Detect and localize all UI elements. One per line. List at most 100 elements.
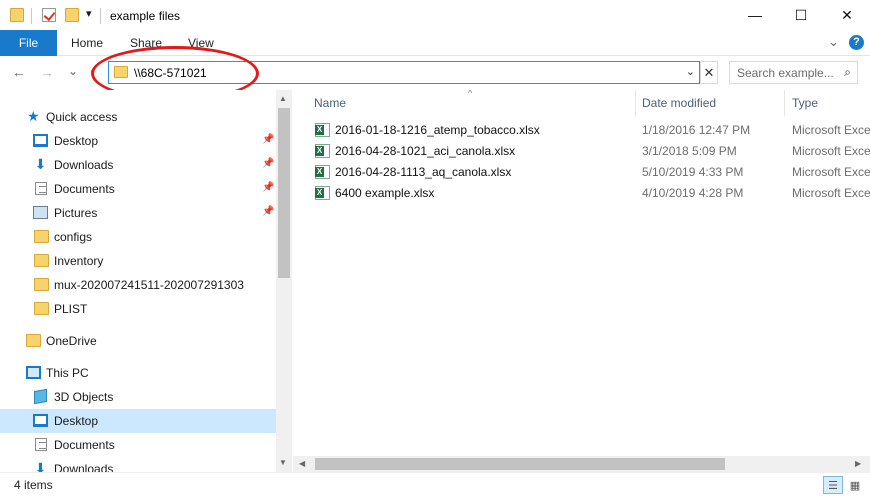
address-dropdown-button[interactable]: ⌄ xyxy=(686,65,695,78)
recent-locations-button[interactable]: ⌄ xyxy=(68,64,78,78)
file-row[interactable]: 2016-04-28-1021_aci_canola.xlsx 3/1/2018… xyxy=(313,141,870,162)
sidebar-item-3d-objects[interactable]: 3D Objects xyxy=(0,385,276,409)
column-divider[interactable] xyxy=(784,90,785,116)
forward-button[interactable]: → xyxy=(40,64,54,80)
scroll-up-icon[interactable]: ▲ xyxy=(279,94,287,103)
file-row[interactable]: 6400 example.xlsx 4/10/2019 4:28 PM Micr… xyxy=(313,183,870,204)
tab-view[interactable]: View xyxy=(188,36,214,50)
clear-address-button[interactable]: ✕ xyxy=(700,61,718,84)
sidebar-item-documents-pc[interactable]: Documents xyxy=(0,433,276,457)
title-bar: ▾ example files — ☐ ✕ xyxy=(0,0,870,32)
documents-icon xyxy=(35,182,47,195)
pictures-icon xyxy=(33,206,48,219)
sidebar-item-onedrive[interactable]: OneDrive xyxy=(0,329,276,353)
search-icon[interactable]: ⌕ xyxy=(844,65,851,80)
folder-icon xyxy=(34,254,49,267)
sidebar-item-quick-access[interactable]: ★ Quick access xyxy=(0,105,276,129)
file-type: Microsoft Excel xyxy=(792,123,870,137)
tab-home[interactable]: Home xyxy=(71,36,103,50)
sidebar-item-plist[interactable]: PLIST xyxy=(0,297,276,321)
sidebar-item-downloads-pc[interactable]: ⬇ Downloads xyxy=(0,457,276,472)
scrollbar-thumb[interactable] xyxy=(278,108,290,278)
sidebar-item-label: configs xyxy=(54,230,93,244)
file-list-pane: ^ Name Date modified Type 2016-01-18-121… xyxy=(293,90,870,456)
folder-icon xyxy=(10,8,24,22)
sidebar-item-documents[interactable]: Documents 📌 xyxy=(0,177,276,201)
sidebar-item-label: Downloads xyxy=(54,158,114,172)
pc-icon xyxy=(26,366,41,379)
address-row: ← → ⌄ ↑ \\68C-571021 ⌄ ✕ Search example.… xyxy=(0,56,870,90)
expand-ribbon-icon[interactable]: ⌄ xyxy=(828,34,839,50)
sidebar-item-label: This PC xyxy=(46,366,89,380)
close-button[interactable]: ✕ xyxy=(824,0,870,30)
file-name: 2016-01-18-1216_atemp_tobacco.xlsx xyxy=(335,123,540,137)
scrollbar-thumb[interactable] xyxy=(315,458,725,470)
sidebar-item-mux[interactable]: mux-202007241511-202007291303 xyxy=(0,273,276,297)
new-folder-icon[interactable] xyxy=(65,8,79,22)
column-header-name[interactable]: Name xyxy=(314,96,346,110)
sidebar-item-label: Documents xyxy=(54,438,115,452)
folder-icon xyxy=(26,334,41,347)
divider xyxy=(31,8,32,24)
pin-icon[interactable]: 📌 xyxy=(262,134,274,145)
file-date: 3/1/2018 5:09 PM xyxy=(642,144,737,158)
excel-file-icon xyxy=(315,144,330,158)
sidebar-item-desktop-pc[interactable]: Desktop xyxy=(0,409,276,433)
file-date: 5/10/2019 4:33 PM xyxy=(642,165,744,179)
maximize-button[interactable]: ☐ xyxy=(778,0,824,30)
file-list-horizontal-scrollbar[interactable]: ◀ ▶ xyxy=(293,456,870,472)
large-icons-view-button[interactable]: ▦ xyxy=(845,476,865,494)
sidebar-item-desktop[interactable]: Desktop 📌 xyxy=(0,129,276,153)
divider xyxy=(100,8,101,24)
address-bar[interactable]: \\68C-571021 ⌄ xyxy=(108,61,700,84)
navigation-pane: ★ Quick access Desktop 📌 ⬇ Downloads 📌 D… xyxy=(0,90,292,472)
address-path[interactable]: \\68C-571021 xyxy=(134,66,207,80)
download-icon: ⬇ xyxy=(34,460,47,472)
folder-icon xyxy=(34,230,49,243)
sidebar-item-label: PLIST xyxy=(54,302,88,316)
file-name: 2016-04-28-1021_aci_canola.xlsx xyxy=(335,144,516,158)
sidebar-item-pictures[interactable]: Pictures 📌 xyxy=(0,201,276,225)
minimize-button[interactable]: — xyxy=(732,0,778,30)
pin-icon[interactable]: 📌 xyxy=(262,206,274,217)
properties-icon[interactable] xyxy=(42,8,56,22)
details-view-button[interactable]: ☰ xyxy=(823,476,843,494)
download-icon: ⬇ xyxy=(34,156,47,172)
pin-icon[interactable]: 📌 xyxy=(262,158,274,169)
column-header-type[interactable]: Type xyxy=(792,96,818,110)
sidebar-item-inventory[interactable]: Inventory xyxy=(0,249,276,273)
customize-toolbar-dropdown[interactable]: ▾ xyxy=(86,7,92,20)
column-header-date[interactable]: Date modified xyxy=(642,96,716,110)
desktop-icon xyxy=(33,414,48,427)
help-icon[interactable]: ? xyxy=(849,34,864,50)
file-name: 2016-04-28-1113_aq_canola.xlsx xyxy=(335,165,512,179)
column-divider[interactable] xyxy=(635,90,636,116)
sidebar-item-this-pc[interactable]: This PC xyxy=(0,361,276,385)
file-row[interactable]: 2016-01-18-1216_atemp_tobacco.xlsx 1/18/… xyxy=(313,120,870,141)
item-count: 4 items xyxy=(14,478,53,492)
file-name: 6400 example.xlsx xyxy=(335,186,435,200)
up-button[interactable]: ↑ xyxy=(89,64,96,80)
scroll-down-icon[interactable]: ▼ xyxy=(279,458,287,467)
star-icon: ★ xyxy=(27,108,40,124)
tab-share[interactable]: Share xyxy=(130,36,162,50)
back-button[interactable]: ← xyxy=(12,64,26,80)
sidebar-item-label: Pictures xyxy=(54,206,98,220)
file-type: Microsoft Excel xyxy=(792,165,870,179)
window-title: example files xyxy=(110,9,181,23)
sidebar-item-label: Quick access xyxy=(46,110,118,124)
tab-file[interactable]: File xyxy=(0,30,57,56)
file-row[interactable]: 2016-04-28-1113_aq_canola.xlsx 5/10/2019… xyxy=(313,162,870,183)
sidebar-item-label: Downloads xyxy=(54,462,114,472)
nav-pane-scrollbar[interactable]: ▲ ▼ xyxy=(276,90,292,472)
pin-icon[interactable]: 📌 xyxy=(262,182,274,193)
sidebar-item-configs[interactable]: configs xyxy=(0,225,276,249)
file-type: Microsoft Excel xyxy=(792,186,870,200)
scroll-left-icon[interactable]: ◀ xyxy=(299,459,305,468)
sidebar-item-downloads[interactable]: ⬇ Downloads 📌 xyxy=(0,153,276,177)
search-input[interactable]: Search example... ⌕ xyxy=(729,61,858,84)
excel-file-icon xyxy=(315,186,330,200)
sidebar-item-label: OneDrive xyxy=(46,334,97,348)
scroll-right-icon[interactable]: ▶ xyxy=(855,459,861,468)
file-date: 1/18/2016 12:47 PM xyxy=(642,123,751,137)
